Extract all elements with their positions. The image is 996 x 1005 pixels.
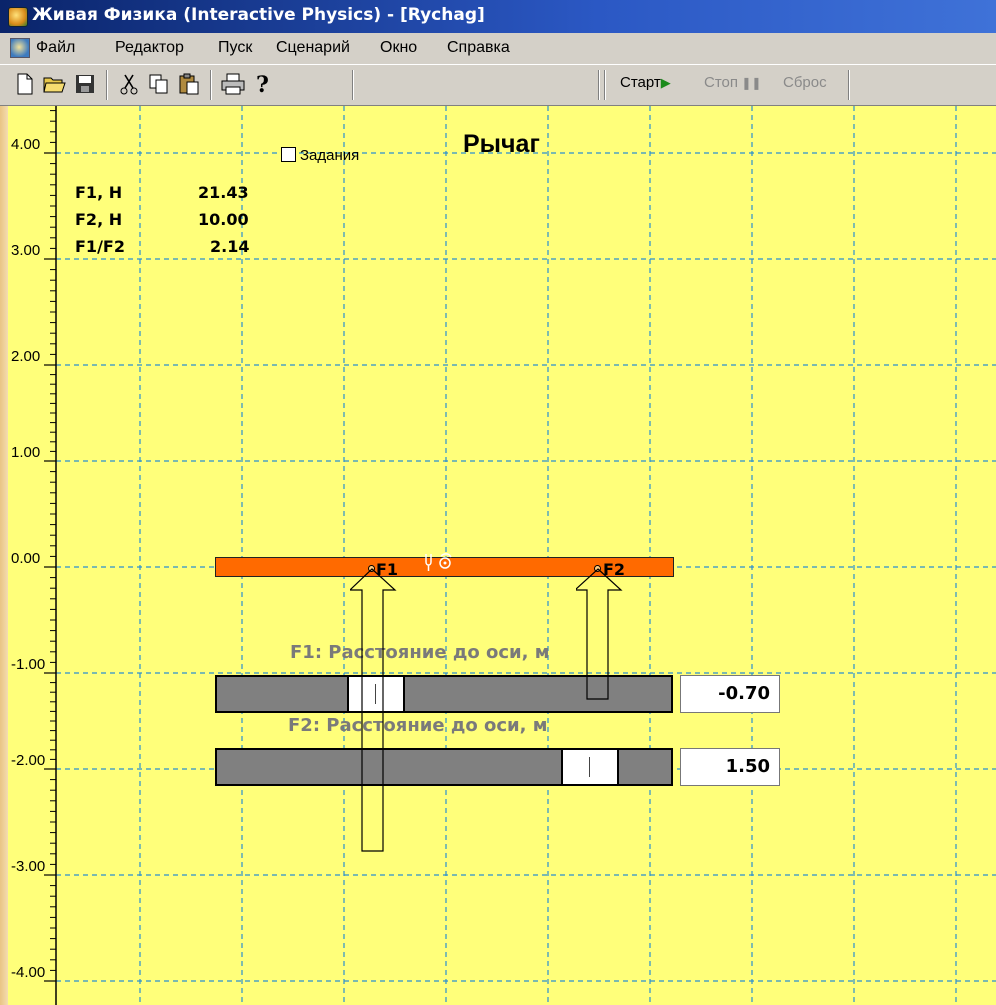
simulation-canvas[interactable] [8, 106, 996, 1005]
tasks-label[interactable]: Задания [300, 147, 359, 164]
toolbar-grip [604, 70, 606, 100]
slider-f1-value[interactable]: -0.70 [680, 675, 780, 713]
meter-f2-value: 10.00 [198, 210, 249, 229]
menu-help[interactable]: Справка [447, 39, 510, 57]
y-axis-label: -1.00 [11, 656, 46, 673]
toolbar-separator [210, 70, 212, 100]
meter-ratio-name: F1/F2 [75, 237, 125, 256]
meter-f1-name: F1, Н [75, 183, 123, 202]
force-arrow-f1[interactable] [348, 567, 398, 862]
title-bar: Живая Физика (Interactive Physics) - [Ry… [0, 0, 996, 33]
pause-icon: ❚❚ [738, 76, 762, 90]
y-axis-label: 4.00 [11, 136, 41, 153]
menu-editor[interactable]: Редактор [115, 39, 184, 57]
reset-label: Сброс [783, 74, 827, 91]
tasks-checkbox[interactable] [281, 147, 296, 162]
slider-f2-thumb[interactable] [561, 750, 619, 784]
slider-f2-title: F2: Расстояние до оси, м [288, 715, 548, 736]
paste-icon[interactable] [176, 71, 202, 97]
menu-script[interactable]: Сценарий [276, 39, 350, 57]
y-axis-label: 0.00 [11, 550, 41, 567]
open-folder-icon[interactable] [42, 71, 68, 97]
print-icon[interactable] [220, 71, 246, 97]
toolbar-separator [848, 70, 850, 100]
y-axis-label: -4.00 [11, 964, 46, 981]
meter-f2-name: F2, Н [75, 210, 123, 229]
meter-ratio-value: 2.14 [210, 237, 250, 256]
menu-window[interactable]: Окно [380, 39, 417, 57]
start-button[interactable]: Старт▶ [620, 74, 671, 91]
y-axis-label: -3.00 [11, 858, 46, 875]
slider-f2[interactable] [215, 748, 673, 786]
menu-run[interactable]: Пуск [218, 39, 252, 57]
help-icon[interactable]: ? [250, 71, 276, 97]
force-arrow-f2[interactable] [573, 567, 624, 708]
app-icon [8, 7, 28, 27]
save-icon[interactable] [72, 71, 98, 97]
slider-f2-value[interactable]: 1.50 [680, 748, 780, 786]
toolbar-grip [598, 70, 600, 100]
meter-f1-value: 21.43 [198, 183, 249, 202]
stop-button[interactable]: Стоп ❚❚ [704, 74, 761, 91]
stop-label: Стоп [704, 74, 738, 91]
svg-text:?: ? [256, 72, 269, 96]
window-title: Живая Физика (Interactive Physics) - [Ry… [32, 5, 485, 25]
slider-f1-title: F1: Расстояние до оси, м [290, 642, 550, 663]
toolbar-separator [352, 70, 354, 100]
start-label: Старт [620, 74, 661, 91]
cut-icon[interactable] [116, 71, 142, 97]
reset-button[interactable]: Сброс [783, 74, 827, 91]
pivot-icon[interactable] [423, 551, 459, 578]
grid [44, 106, 996, 1005]
toolbar-separator [106, 70, 108, 100]
y-axis-label: 2.00 [11, 348, 41, 365]
y-axis-label: 1.00 [11, 444, 41, 461]
copy-icon[interactable] [146, 71, 172, 97]
y-axis-label: 3.00 [11, 242, 41, 259]
play-icon: ▶ [660, 75, 671, 90]
new-file-icon[interactable] [12, 71, 38, 97]
document-icon[interactable] [10, 38, 30, 58]
scene-title: Рычаг [463, 130, 540, 158]
menu-file[interactable]: Файл [36, 39, 75, 57]
y-axis-label: -2.00 [11, 752, 46, 769]
